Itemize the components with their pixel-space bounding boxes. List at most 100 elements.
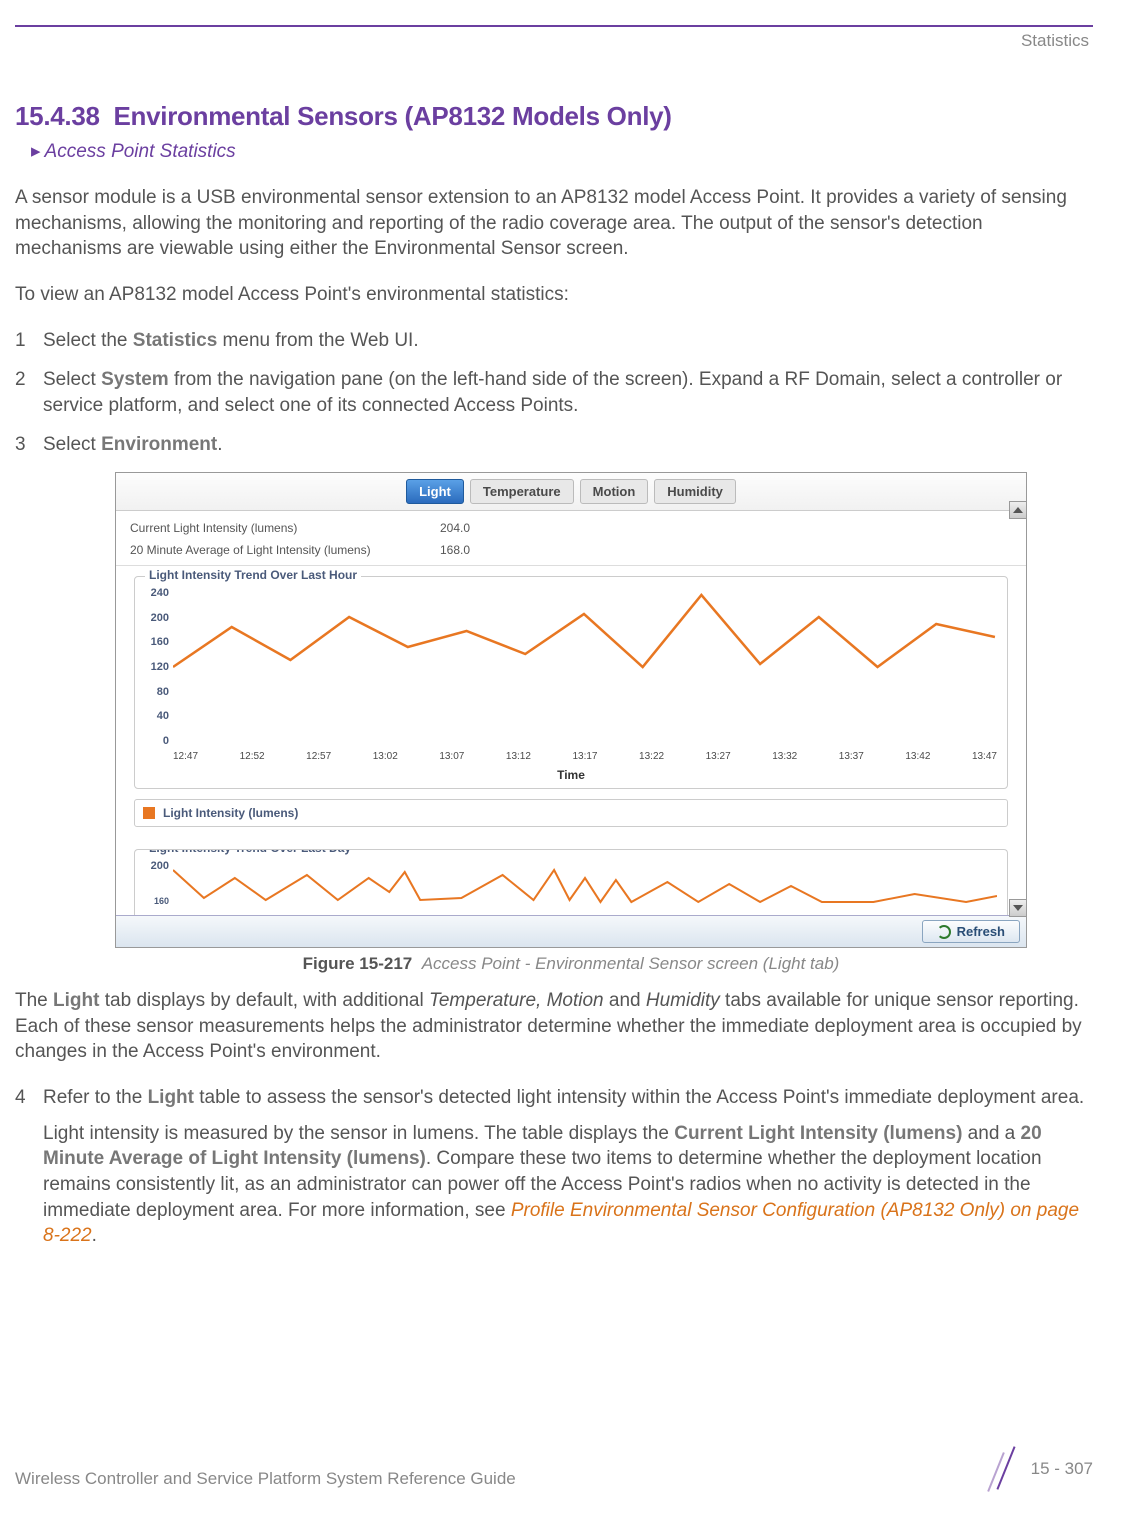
ytick: 160 [145,636,169,648]
step-text: Light intensity is measured by the senso… [43,1123,674,1144]
current-intensity-bold: Current Light Intensity (lumens) [674,1123,962,1144]
step-num: 4 [15,1085,26,1111]
ytick: 0 [145,735,169,747]
chart-plot [173,587,997,747]
refresh-label: Refresh [957,924,1005,939]
step-num: 3 [15,432,26,458]
step-num: 2 [15,367,26,393]
system-bold: System [101,369,169,390]
ytick: 80 [145,686,169,698]
chart-plot [173,860,997,906]
xtick: 13:17 [572,751,597,762]
y-axis: 240 200 160 120 80 40 0 [145,587,173,747]
chart-last-hour: Light Intensity Trend Over Last Hour 240… [134,576,1008,789]
lead-in: To view an AP8132 model Access Point's e… [15,282,1093,308]
step-text: and a [962,1123,1020,1144]
footer-page: 15 - 307 [987,1449,1093,1489]
xtick: 12:57 [306,751,331,762]
table-row: Current Light Intensity (lumens) 204.0 [130,517,1012,539]
section-heading: 15.4.38 Environmental Sensors (AP8132 Mo… [15,101,1093,132]
top-rule [15,25,1093,27]
y-axis: 200 160 [145,860,173,906]
breadcrumb-arrow-icon: ▸ [31,141,41,162]
legend-swatch-icon [143,807,155,819]
xtick: 12:47 [173,751,198,762]
tab-motion[interactable]: Motion [580,479,649,504]
ytick: 200 [145,860,169,872]
step-1: 1 Select the Statistics menu from the We… [15,328,1093,354]
xtick: 13:27 [706,751,731,762]
page-slash-icon [987,1449,1021,1489]
scroll-down-button[interactable] [1009,899,1027,917]
italic-text: Temperature, Motion [429,990,604,1011]
text: The [15,990,53,1011]
x-axis: 12:47 12:52 12:57 13:02 13:07 13:12 13:1… [173,747,997,762]
step-4: 4 Refer to the Light table to assess the… [15,1085,1093,1249]
metric-value: 204.0 [440,521,520,535]
figure-label: Figure 15-217 [303,954,413,973]
metric-label: Current Light Intensity (lumens) [130,521,440,535]
section-number: 15.4.38 [15,101,100,131]
xtick: 12:52 [240,751,265,762]
refresh-icon [937,925,951,939]
intro-paragraph: A sensor module is a USB environmental s… [15,185,1093,262]
step-text: table to assess the sensor's detected li… [194,1087,1084,1108]
step-3: 3 Select Environment. [15,432,1093,458]
step-2: 2 Select System from the navigation pane… [15,367,1093,418]
tab-humidity[interactable]: Humidity [654,479,736,504]
step-text: menu from the Web UI. [217,330,418,351]
text: and [604,990,646,1011]
refresh-button[interactable]: Refresh [922,920,1020,943]
step-text: . [92,1225,97,1246]
step-text: Select the [43,330,133,351]
breadcrumb[interactable]: ▸Access Point Statistics [31,140,1093,163]
triangle-down-icon [1013,905,1023,911]
step-num: 1 [15,328,26,354]
figure-caption: Figure 15-217 Access Point - Environment… [115,954,1027,974]
xtick: 13:07 [439,751,464,762]
xtick: 13:22 [639,751,664,762]
screenshot-figure: Light Temperature Motion Humidity Curren… [115,472,1027,974]
section-title: Environmental Sensors (AP8132 Models Onl… [114,101,672,131]
triangle-up-icon [1013,507,1023,513]
ytick: 240 [145,587,169,599]
tab-temperature[interactable]: Temperature [470,479,574,504]
bottom-toolbar: Refresh [116,915,1026,947]
footer-doc-title: Wireless Controller and Service Platform… [15,1469,516,1489]
xtick: 13:02 [373,751,398,762]
chart-legend: Light Intensity (lumens) [134,799,1008,827]
light-bold: Light [53,990,99,1011]
xtick: 13:42 [905,751,930,762]
environment-bold: Environment [101,434,217,455]
scroll-up-button[interactable] [1009,501,1027,519]
step-text: Select [43,434,101,455]
screenshot-panel: Light Temperature Motion Humidity Curren… [115,472,1027,948]
chart-last-day: Light Intensity Trend Over Last Day 200 … [134,849,1008,915]
xtick: 13:37 [839,751,864,762]
step-text: . [217,434,222,455]
statistics-bold: Statistics [133,330,217,351]
x-axis-label: Time [145,768,997,782]
page-footer: Wireless Controller and Service Platform… [15,1449,1093,1489]
tab-bar: Light Temperature Motion Humidity [116,473,1026,511]
table-row: 20 Minute Average of Light Intensity (lu… [130,539,1012,561]
metric-value: 168.0 [440,543,520,557]
light-tab-paragraph: The Light tab displays by default, with … [15,988,1093,1065]
xtick: 13:47 [972,751,997,762]
step-text: from the navigation pane (on the left-ha… [43,369,1062,416]
figure-caption-text: Access Point - Environmental Sensor scre… [422,954,840,973]
xtick: 13:32 [772,751,797,762]
metric-label: 20 Minute Average of Light Intensity (lu… [130,543,440,557]
chart-title: Light Intensity Trend Over Last Day [145,849,355,855]
chart-title: Light Intensity Trend Over Last Hour [145,568,361,582]
metric-table: Current Light Intensity (lumens) 204.0 2… [116,511,1026,566]
xtick: 13:12 [506,751,531,762]
breadcrumb-text: Access Point Statistics [45,141,236,162]
header-category: Statistics [15,31,1093,51]
ytick: 40 [145,710,169,722]
text: tab displays by default, with additional [99,990,429,1011]
ytick: 160 [145,896,169,906]
ytick: 120 [145,661,169,673]
tab-light[interactable]: Light [406,479,464,504]
step-text: Refer to the [43,1087,148,1108]
